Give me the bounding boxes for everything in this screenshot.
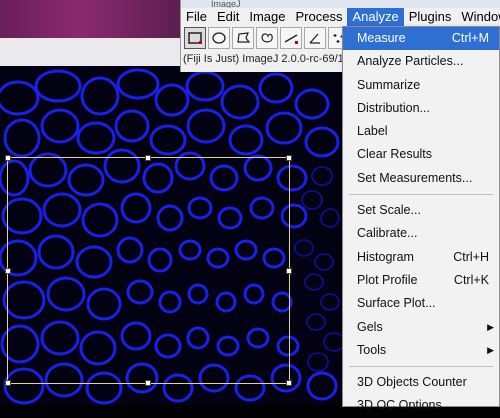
straight-line-icon[interactable]	[280, 27, 302, 49]
roi-handle[interactable]	[5, 380, 11, 386]
menu-item-label: Surface Plot...	[357, 296, 436, 311]
menu-item-label: 3D Objects Counter	[357, 375, 467, 390]
menu-item-clear-results[interactable]: Clear Results	[343, 143, 499, 166]
menu-item-surface-plot[interactable]: Surface Plot...	[343, 292, 499, 315]
menu-item-measure[interactable]: Measure Ctrl+M	[343, 27, 499, 51]
menu-process[interactable]: Process	[291, 8, 348, 26]
menu-item-gels[interactable]: Gels ▶	[343, 316, 499, 339]
menu-item-histogram[interactable]: Histogram Ctrl+H	[343, 246, 499, 269]
menu-item-set-scale[interactable]: Set Scale...	[343, 199, 499, 222]
roi-handle[interactable]	[286, 155, 292, 161]
menu-item-label[interactable]: Label	[343, 120, 499, 143]
submenu-arrow-icon: ▶	[487, 344, 494, 355]
menu-item-label: Analyze Particles...	[357, 54, 464, 69]
menu-window[interactable]: Window	[456, 8, 500, 26]
menu-item-label: 3D OC Options	[357, 398, 442, 413]
rectangle-selection-roi[interactable]	[5, 155, 292, 386]
background-window-bar	[0, 38, 182, 66]
freehand-icon[interactable]	[256, 27, 278, 49]
polygon-icon[interactable]	[232, 27, 254, 49]
roi-handle[interactable]	[5, 268, 11, 274]
menu-image[interactable]: Image	[244, 8, 290, 26]
menu-bar: File Edit Image Process Analyze Plugins …	[181, 8, 500, 26]
menu-item-distribution[interactable]: Distribution...	[343, 97, 499, 120]
menu-shortcut: Ctrl+M	[451, 31, 489, 45]
menu-item-label: Set Measurements...	[357, 170, 473, 185]
menu-file[interactable]: File	[181, 8, 212, 26]
menu-plugins[interactable]: Plugins	[404, 8, 457, 26]
menu-shortcut: Ctrl+H	[453, 249, 489, 264]
background-window-top	[0, 0, 182, 38]
menu-item-3d-oc-options[interactable]: 3D OC Options	[343, 394, 499, 417]
oval-icon[interactable]	[208, 27, 230, 49]
menu-shortcut: Ctrl+K	[453, 272, 489, 287]
menu-item-calibrate[interactable]: Calibrate...	[343, 222, 499, 245]
rectangle-icon[interactable]	[184, 27, 206, 49]
menu-item-label: Summarize	[357, 77, 421, 92]
menu-item-label: Set Scale...	[357, 203, 421, 218]
menu-item-analyze-particles[interactable]: Analyze Particles...	[343, 50, 499, 73]
menu-item-label: Gels	[357, 319, 383, 334]
roi-handle[interactable]	[5, 155, 11, 161]
roi-handle[interactable]	[145, 155, 151, 161]
menu-item-label: Label	[357, 124, 388, 139]
menu-item-label: Calibrate...	[357, 226, 418, 241]
menu-item-label: Measure	[357, 31, 406, 45]
roi-handle[interactable]	[286, 380, 292, 386]
menu-item-set-measurements[interactable]: Set Measurements...	[343, 167, 499, 190]
menu-item-label: Plot Profile	[357, 272, 418, 287]
menu-item-tools[interactable]: Tools ▶	[343, 339, 499, 362]
menu-item-label: Histogram	[357, 249, 414, 264]
menu-edit[interactable]: Edit	[212, 8, 244, 26]
roi-handle[interactable]	[145, 380, 151, 386]
roi-handle[interactable]	[286, 268, 292, 274]
angle-icon[interactable]	[304, 27, 326, 49]
tool-bar	[181, 27, 350, 51]
menu-item-label: Clear Results	[357, 147, 433, 162]
menu-item-summarize[interactable]: Summarize	[343, 74, 499, 97]
menu-separator	[349, 194, 493, 196]
window-titlebar: ImageJ	[181, 0, 500, 8]
status-line: (Fiji Is Just) ImageJ 2.0.0-rc-69/1.5	[183, 53, 353, 65]
window-title: ImageJ	[211, 0, 241, 8]
menu-analyze[interactable]: Analyze	[347, 8, 404, 26]
submenu-arrow-icon: ▶	[487, 321, 494, 332]
menu-item-plot-profile[interactable]: Plot Profile Ctrl+K	[343, 269, 499, 292]
menu-item-3d-objects-counter[interactable]: 3D Objects Counter	[343, 371, 499, 394]
analyze-menu-dropdown: Measure Ctrl+M Analyze Particles... Summa…	[342, 26, 500, 412]
menu-item-label: Tools	[357, 342, 387, 357]
menu-item-label: Distribution...	[357, 100, 430, 115]
menu-separator	[349, 366, 493, 368]
